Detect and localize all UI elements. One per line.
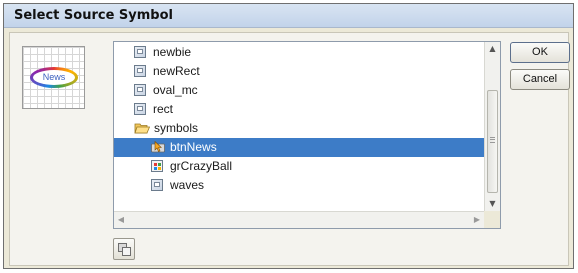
symbol-name: newRect [153,64,200,78]
scroll-left-arrow-icon[interactable]: ◀ [114,212,128,228]
select-source-symbol-dialog: Select Source Symbol News newbie newRect o… [3,3,574,269]
cancel-button[interactable]: Cancel [510,69,570,90]
symbol-list-item[interactable]: grCrazyBall [114,157,484,176]
folder-open-icon [134,123,150,134]
symbol-list-items: newbie newRect oval_mcrect symbols btnNews gr… [114,42,484,211]
symbol-list-item[interactable]: btnNews [114,138,484,157]
scrollbar-corner [484,211,500,228]
movieclip-icon [134,103,146,115]
graphic-symbol-icon [151,160,163,172]
symbol-name: grCrazyBall [170,159,233,173]
symbol-list-item[interactable]: rect [114,100,484,119]
symbol-list-item[interactable]: newRect [114,62,484,81]
ok-button[interactable]: OK [510,42,570,63]
button-symbol-icon [151,141,165,153]
duplicate-symbol-button[interactable] [113,238,135,260]
horizontal-scrollbar[interactable]: ◀ ▶ [114,211,484,228]
symbol-name: btnNews [170,140,217,154]
symbol-list-item[interactable]: newbie [114,43,484,62]
scroll-right-arrow-icon[interactable]: ▶ [470,212,484,228]
symbol-name: oval_mc [153,83,198,97]
dialog-title: Select Source Symbol [14,8,173,23]
scroll-down-arrow-icon[interactable]: ▼ [485,197,500,211]
title-bar[interactable]: Select Source Symbol [4,4,573,28]
symbol-preview: News [22,46,85,109]
vertical-scroll-thumb[interactable] [487,90,498,193]
movieclip-icon [151,179,163,191]
duplicate-symbol-icon-front [122,247,131,256]
movieclip-icon [134,46,146,58]
vertical-scrollbar[interactable]: ▲ ▼ [484,42,500,211]
symbol-list[interactable]: newbie newRect oval_mcrect symbols btnNews gr… [113,41,501,229]
symbol-name: newbie [153,45,192,59]
symbol-name: symbols [154,121,199,135]
symbol-list-item[interactable]: symbols [114,119,484,138]
scroll-up-arrow-icon[interactable]: ▲ [485,42,500,56]
preview-button-text: News [33,70,75,85]
movieclip-icon [134,65,146,77]
dialog-content: News newbie newRect oval_mcrect symbols btnN… [9,32,570,266]
news-button-preview: News [30,67,78,88]
symbol-list-item[interactable]: waves [114,176,484,195]
movieclip-icon [134,84,146,96]
symbol-list-item[interactable]: oval_mc [114,81,484,100]
symbol-name: rect [153,102,174,116]
symbol-name: waves [170,178,205,192]
grip-icon [490,137,495,143]
